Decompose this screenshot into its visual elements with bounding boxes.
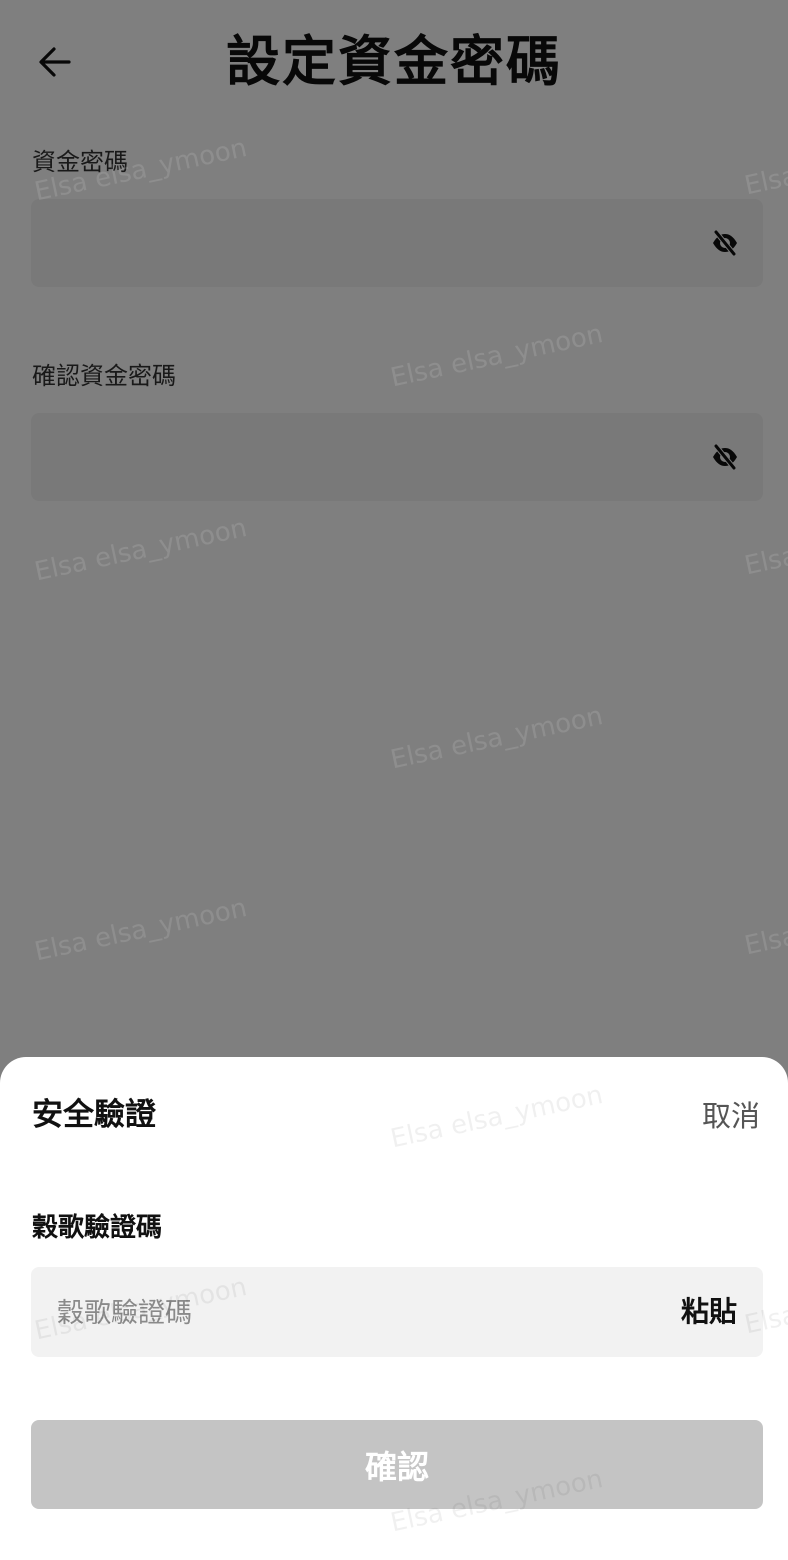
google-code-input[interactable] bbox=[55, 1267, 619, 1359]
confirm-button[interactable]: 確認 bbox=[31, 1420, 763, 1509]
paste-button[interactable]: 粘貼 bbox=[681, 1293, 737, 1331]
watermark: Elsa elsa_ymoon bbox=[388, 1080, 606, 1155]
sheet-title: 安全驗證 bbox=[32, 1097, 156, 1133]
security-verification-sheet: 安全驗證 取消 穀歌驗證碼 粘貼 確認 Elsa elsa_ymoon Elsa… bbox=[0, 1057, 788, 1560]
google-code-field[interactable]: 粘貼 bbox=[31, 1267, 763, 1359]
google-code-label: 穀歌驗證碼 bbox=[32, 1213, 163, 1243]
cancel-button[interactable]: 取消 bbox=[702, 1097, 760, 1135]
